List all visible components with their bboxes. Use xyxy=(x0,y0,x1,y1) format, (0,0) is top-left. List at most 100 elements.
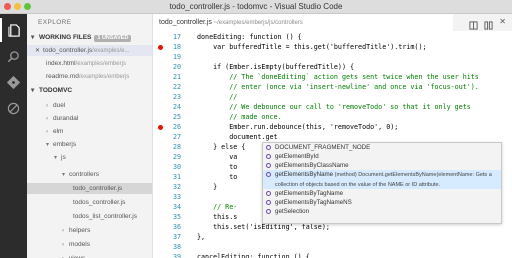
tree-item-todos-controller[interactable]: todos_controller.js xyxy=(27,197,152,208)
code-text: // Re- xyxy=(197,203,238,211)
chevron-down-icon: ▾ xyxy=(31,87,35,94)
code-line[interactable]: 25 // made once. xyxy=(153,112,512,122)
chevron-right-icon: › xyxy=(46,129,48,135)
code-text: // We debounce our call to 'removeTodo' … xyxy=(197,103,471,111)
line-number: 23 xyxy=(172,93,181,101)
code-line[interactable]: 23 // xyxy=(153,92,512,102)
code-text: to xyxy=(197,173,238,181)
code-text: // made once. xyxy=(197,113,282,121)
code-text: document.get xyxy=(197,133,278,141)
suggestion-label: getSelection xyxy=(275,208,310,215)
tree-item-duel[interactable]: › duel xyxy=(27,100,152,111)
chevron-down-icon: ▾ xyxy=(54,155,58,161)
code-line[interactable]: 20 if (Ember.isEmpty(bufferedTitle)) { xyxy=(153,62,512,72)
code-text: }, xyxy=(197,233,206,241)
chevron-right-icon: › xyxy=(62,242,64,248)
working-files-header[interactable]: ▾ WORKING FILES 1 UNSAVED xyxy=(27,32,152,43)
intellisense-suggest-widget[interactable]: DOCUMENT_FRAGMENT_NODE getElementById getE… xyxy=(262,142,502,224)
code-line[interactable]: 26 Ember.run.debounce(this, 'removeTodo'… xyxy=(153,122,512,132)
working-file-item[interactable]: readme.md/examples/emberjs xyxy=(27,71,152,82)
code-text: Ember.run.debounce(this, 'removeTodo', 0… xyxy=(197,123,399,131)
method-icon xyxy=(266,163,271,168)
tree-item-todo-controller[interactable]: todo_controller.js xyxy=(27,183,152,194)
code-text: if (Ember.isEmpty(bufferedTitle)) { xyxy=(197,63,355,71)
suggestion-item[interactable]: DOCUMENT_FRAGMENT_NODE xyxy=(263,143,501,152)
chevron-right-icon: › xyxy=(46,103,48,109)
tree-item-helpers[interactable]: › helpers xyxy=(27,225,152,236)
project-header[interactable]: ▾ TODOMVC xyxy=(27,85,152,96)
debug-icon[interactable] xyxy=(0,96,27,120)
suggestion-label: getElementsByTagNameNS xyxy=(275,199,352,206)
tab-todo-controller[interactable]: todo_controller.js ~/examples/emberjs/js… xyxy=(153,14,453,31)
line-number: 20 xyxy=(172,63,181,71)
code-text: } else { xyxy=(197,143,246,151)
suggestion-item[interactable]: getElementsByTagNameNS xyxy=(263,198,501,207)
suggestion-label: getElementsByClassName xyxy=(275,162,349,169)
code-text: va xyxy=(197,153,238,161)
code-text: // The `doneEditing` action gets sent tw… xyxy=(197,73,479,81)
sidebar-title: EXPLORE xyxy=(38,19,72,26)
line-number: 37 xyxy=(172,233,181,241)
code-line[interactable]: 24 // We debounce our call to 'removeTod… xyxy=(153,102,512,112)
git-icon[interactable] xyxy=(0,70,27,94)
line-number: 31 xyxy=(172,173,181,181)
search-icon[interactable] xyxy=(0,44,27,68)
method-icon xyxy=(266,145,271,150)
line-number: 25 xyxy=(172,113,181,121)
suggestion-item[interactable]: getElementById xyxy=(263,152,501,161)
tree-item-js[interactable]: ▾ js xyxy=(27,152,152,163)
close-icon[interactable]: ✕ xyxy=(35,48,40,54)
code-line[interactable]: 22 // enter (once via 'insert-newline' a… xyxy=(153,82,512,92)
chevron-right-icon: › xyxy=(62,228,64,234)
suggestion-item[interactable]: getSelection xyxy=(263,207,501,216)
tree-item-elm[interactable]: › elm xyxy=(27,126,152,137)
method-icon xyxy=(266,200,271,205)
line-number: 24 xyxy=(172,103,181,111)
line-number: 39 xyxy=(172,253,181,258)
chevron-right-icon: › xyxy=(62,254,69,258)
line-number: 26 xyxy=(172,123,181,131)
unsaved-badge: 1 UNSAVED xyxy=(94,35,132,42)
line-number: 34 xyxy=(172,203,181,211)
code-line[interactable]: 39 cancelEditing: function () { xyxy=(153,252,512,258)
code-line[interactable]: 38 xyxy=(153,242,512,252)
line-number: 38 xyxy=(172,243,181,251)
tree-item-views[interactable]: ›views xyxy=(27,253,152,258)
suggestion-label: getElementById xyxy=(275,153,319,160)
code-text: var bufferedTitle = this.get('bufferedTi… xyxy=(197,43,427,51)
tree-item-controllers[interactable]: ▾ controllers xyxy=(27,169,152,180)
suggestion-item[interactable]: getElementsByClassName xyxy=(263,161,501,170)
line-number: 36 xyxy=(172,223,181,231)
tree-item-models[interactable]: › models xyxy=(27,239,152,250)
working-file-item[interactable]: index.html/examples/emberjs xyxy=(27,58,152,69)
chevron-right-icon: › xyxy=(46,116,48,122)
method-icon xyxy=(266,209,271,214)
title-bar: todo_controller.js - todomvc - Visual St… xyxy=(0,0,512,14)
line-number: 29 xyxy=(172,153,181,161)
line-number: 19 xyxy=(172,53,181,61)
explorer-icon[interactable] xyxy=(0,18,27,42)
code-line[interactable]: 19 xyxy=(153,52,512,62)
tree-item-durandal[interactable]: › durandal xyxy=(27,113,152,124)
code-line[interactable]: 17 doneEditing: function () { xyxy=(153,32,512,42)
tree-item-todos-list-controller[interactable]: todos_list_controller.js xyxy=(27,211,152,222)
code-text: // xyxy=(197,93,238,101)
method-icon xyxy=(266,172,271,177)
line-number: 35 xyxy=(172,213,181,221)
suggestion-item[interactable]: getElementsByName (method) Document.getE… xyxy=(263,170,501,189)
working-file-item[interactable]: ✕ todo_controller.js/examples/e... xyxy=(27,45,152,56)
line-number: 21 xyxy=(172,73,181,81)
tab-filename: todo_controller.js xyxy=(159,19,212,26)
line-number: 32 xyxy=(172,183,181,191)
suggestion-item[interactable]: getElementsByTagName xyxy=(263,189,501,198)
code-line[interactable]: 21 // The `doneEditing` action gets sent… xyxy=(153,72,512,82)
activity-bar xyxy=(0,14,27,258)
line-number: 22 xyxy=(172,83,181,91)
code-line[interactable]: 18 var bufferedTitle = this.get('buffere… xyxy=(153,42,512,52)
code-text: doneEditing: function () { xyxy=(197,33,302,41)
tree-item-emberjs[interactable]: ▾ emberjs xyxy=(27,139,152,150)
code-line[interactable]: 37}, xyxy=(153,232,512,242)
explorer-sidebar: EXPLORE ▾ WORKING FILES 1 UNSAVED ✕ todo_co… xyxy=(27,14,153,258)
method-icon xyxy=(266,191,271,196)
code-line[interactable]: 27 document.get xyxy=(153,132,512,142)
